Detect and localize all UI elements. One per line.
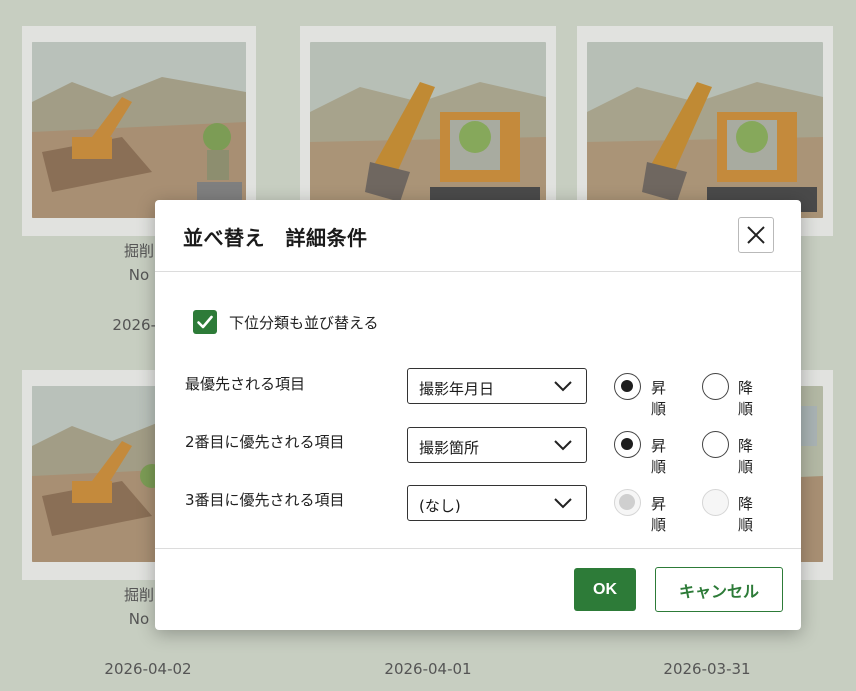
photo-thumbnail <box>310 42 546 218</box>
tertiary-asc-label: 昇順 <box>651 495 667 534</box>
photo-date: 2026-04-02 <box>104 660 192 678</box>
include-subcategory-label: 下位分類も並び替える <box>229 313 379 332</box>
dialog-title: 並べ替え 詳細条件 <box>183 226 368 250</box>
primary-sort-label: 最優先される項目 <box>185 375 306 393</box>
secondary-sort-value: 撮影箇所 <box>419 439 480 457</box>
tertiary-desc-radio[interactable] <box>702 489 729 516</box>
primary-desc-label: 降順 <box>738 379 754 418</box>
chevron-down-icon <box>554 498 572 509</box>
chevron-down-icon <box>554 440 572 451</box>
secondary-desc-radio[interactable] <box>702 431 729 458</box>
excavator-frog-image <box>310 42 546 218</box>
check-icon <box>197 315 213 329</box>
dialog-header: 並べ替え 詳細条件 <box>155 200 801 272</box>
secondary-sort-label: 2番目に優先される項目 <box>185 433 345 451</box>
primary-desc-radio[interactable] <box>702 373 729 400</box>
secondary-asc-radio[interactable] <box>614 431 641 458</box>
primary-asc-radio[interactable] <box>614 373 641 400</box>
photo-date: 2026-03-31 <box>663 660 751 678</box>
photo-thumbnail <box>587 42 823 218</box>
primary-sort-select[interactable]: 撮影年月日 <box>407 368 587 404</box>
secondary-asc-label: 昇順 <box>651 437 667 476</box>
chevron-down-icon <box>554 381 572 392</box>
include-subcategory-checkbox[interactable] <box>193 310 217 334</box>
close-icon <box>747 226 765 244</box>
include-subcategory-row: 下位分類も並び替える <box>193 310 379 334</box>
tertiary-asc-radio[interactable] <box>614 489 641 516</box>
close-button[interactable] <box>738 217 774 253</box>
primary-asc-label: 昇順 <box>651 379 667 418</box>
secondary-sort-select[interactable]: 撮影箇所 <box>407 427 587 463</box>
ok-button[interactable]: OK <box>574 568 636 611</box>
photo-thumbnail <box>32 42 246 218</box>
tertiary-sort-value: (なし) <box>419 497 461 515</box>
cancel-button[interactable]: キャンセル <box>655 567 783 612</box>
dialog-footer-divider <box>155 548 801 549</box>
excavator-frog-image <box>587 42 823 218</box>
secondary-desc-label: 降順 <box>738 437 754 476</box>
excavation-scene-image <box>32 42 246 218</box>
primary-sort-value: 撮影年月日 <box>419 380 495 398</box>
sort-conditions-dialog: 並べ替え 詳細条件 下位分類も並び替える 最優先される項目 撮影年月日 昇順 降… <box>155 200 801 630</box>
tertiary-desc-label: 降順 <box>738 495 754 534</box>
photo-date: 2026-04-01 <box>384 660 472 678</box>
tertiary-sort-select[interactable]: (なし) <box>407 485 587 521</box>
tertiary-sort-label: 3番目に優先される項目 <box>185 491 345 509</box>
